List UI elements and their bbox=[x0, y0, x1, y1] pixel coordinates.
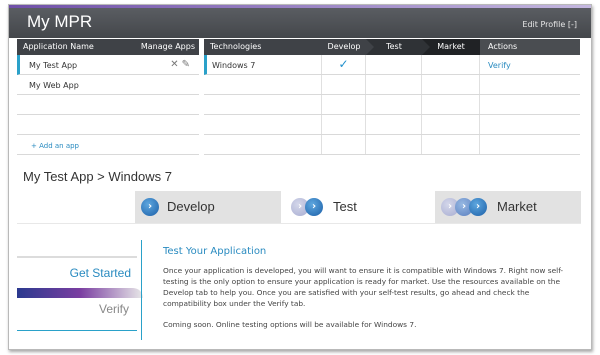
app-row-my-test-app[interactable]: My Test App ✕✎ bbox=[17, 55, 199, 75]
delete-app-icon[interactable]: ✕ bbox=[170, 59, 181, 70]
content-paragraph: Once your application is developed, you … bbox=[163, 266, 564, 308]
content-body: Test Your Application Once your applicat… bbox=[163, 246, 577, 330]
technologies-table-header: Technologies Develop Test Market Actions bbox=[204, 39, 580, 55]
tab-test[interactable]: › › Test bbox=[285, 191, 431, 225]
technologies-table: Technologies Develop Test Market Actions… bbox=[204, 39, 580, 155]
column-header-application-name: Application Name bbox=[23, 42, 94, 51]
app-row-my-web-app[interactable]: My Web App bbox=[17, 75, 199, 95]
header-bar: My MPR Edit Profile [-] bbox=[9, 8, 591, 38]
side-nav-get-started[interactable]: Get Started bbox=[70, 266, 131, 280]
breadcrumb: My Test App > Windows 7 bbox=[23, 169, 172, 184]
divider bbox=[17, 256, 137, 258]
table-row-empty bbox=[204, 95, 580, 115]
chevron-right-icon: › bbox=[141, 198, 159, 216]
develop-check-icon: ✓ bbox=[322, 55, 366, 74]
chevron-right-icon: › bbox=[305, 198, 323, 216]
app-name: My Web App bbox=[29, 81, 79, 90]
app-name: My Test App bbox=[29, 61, 78, 70]
content-title: Test Your Application bbox=[163, 246, 267, 257]
content-panel: Get Started Verify Test Your Application… bbox=[17, 223, 581, 349]
add-app-link[interactable]: + Add an app bbox=[31, 142, 79, 150]
table-row-empty bbox=[204, 135, 580, 155]
page-title: My MPR bbox=[27, 12, 93, 31]
column-header-develop: Develop bbox=[322, 39, 374, 55]
tech-name: Windows 7 bbox=[207, 55, 322, 74]
column-header-actions: Actions bbox=[480, 39, 580, 55]
column-header-market: Market bbox=[422, 39, 480, 55]
column-header-manage-apps: Manage Apps bbox=[140, 42, 195, 51]
tab-develop-label: Develop bbox=[167, 199, 215, 214]
tab-develop[interactable]: › Develop bbox=[135, 191, 281, 223]
applications-table-header: Application Name Manage Apps bbox=[17, 39, 199, 55]
verify-link[interactable]: Verify bbox=[480, 55, 580, 74]
tab-test-label: Test bbox=[333, 199, 357, 214]
column-header-technologies: Technologies bbox=[204, 39, 322, 55]
test-cell bbox=[366, 55, 422, 74]
divider bbox=[141, 240, 142, 340]
market-cell bbox=[422, 55, 480, 74]
app-frame: My MPR Edit Profile [-] Application Name… bbox=[8, 4, 592, 350]
chevron-right-icon: › bbox=[469, 198, 487, 216]
edit-app-icon[interactable]: ✎ bbox=[182, 59, 193, 70]
table-row-empty bbox=[204, 75, 580, 95]
table-row-empty bbox=[204, 115, 580, 135]
divider bbox=[17, 330, 137, 331]
side-nav-verify[interactable]: Verify bbox=[99, 302, 129, 316]
side-nav: Get Started Verify bbox=[17, 240, 143, 340]
column-header-test: Test bbox=[366, 39, 430, 55]
tech-row-windows-7[interactable]: Windows 7 ✓ Verify bbox=[204, 55, 580, 75]
swoosh-graphic bbox=[17, 288, 143, 298]
applications-table: Application Name Manage Apps My Test App… bbox=[17, 39, 199, 155]
tab-market[interactable]: › › › Market bbox=[435, 191, 581, 223]
coming-soon-note: Coming soon. Online testing options will… bbox=[163, 320, 417, 329]
table-row-empty bbox=[17, 115, 199, 135]
app-row-tools: ✕✎ bbox=[170, 59, 193, 70]
step-tabs: › Develop › › Test › › › Market bbox=[135, 191, 581, 225]
edit-profile-link[interactable]: Edit Profile [-] bbox=[522, 20, 577, 29]
tab-market-label: Market bbox=[497, 199, 537, 214]
table-row-empty bbox=[17, 95, 199, 115]
